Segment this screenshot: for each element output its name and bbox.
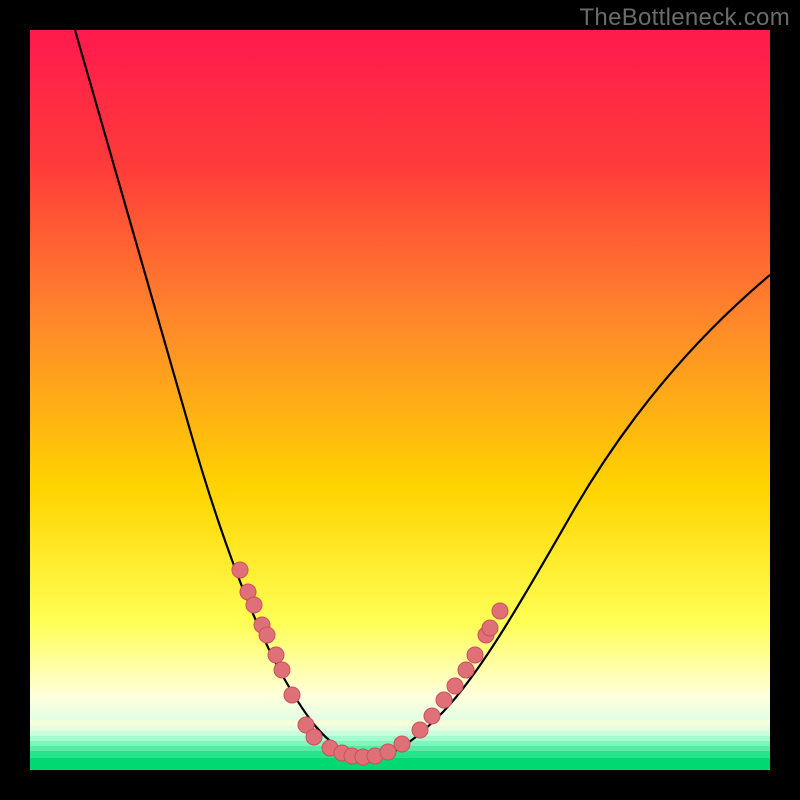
curve-markers: [232, 562, 508, 765]
watermark-text: TheBottleneck.com: [579, 4, 790, 32]
bottleneck-curve: [30, 30, 770, 770]
curve-path: [75, 30, 770, 758]
plot-frame: [30, 30, 770, 770]
